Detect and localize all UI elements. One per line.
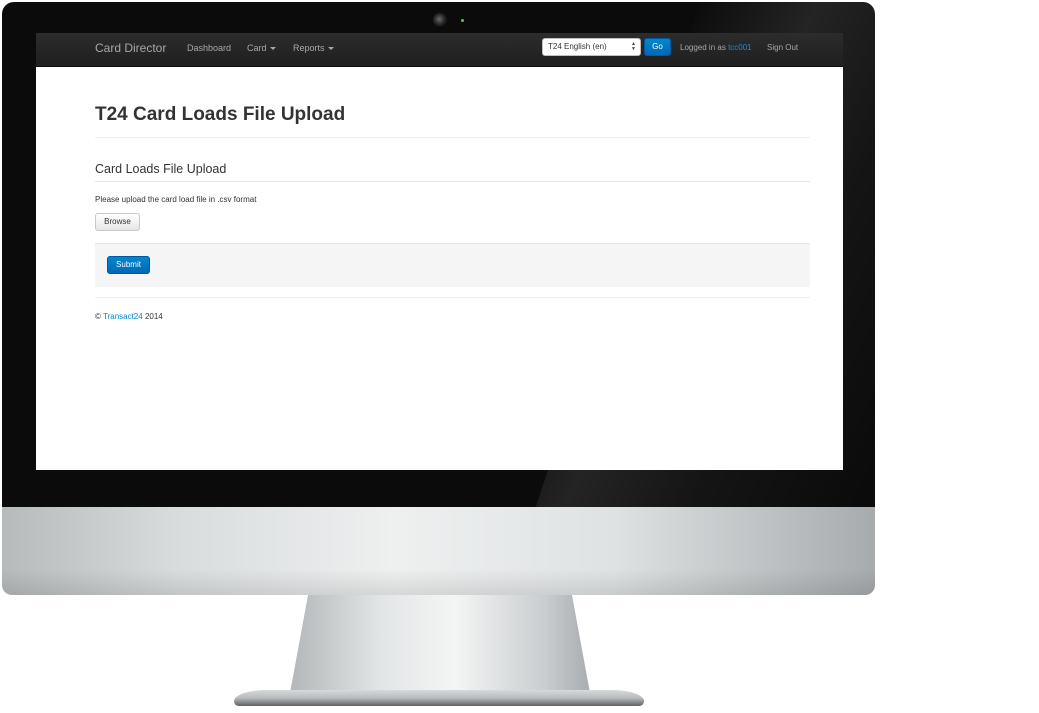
copyright-symbol: © <box>95 312 101 321</box>
footer: © Transact24 2014 <box>95 312 163 321</box>
nav-card-dropdown[interactable]: Card <box>247 43 276 53</box>
company-link[interactable]: Transact24 <box>103 312 143 321</box>
top-navbar: Card Director Dashboard Card Reports T24… <box>36 33 843 67</box>
submit-button[interactable]: Submit <box>107 256 150 274</box>
monitor-chin <box>2 507 875 595</box>
select-arrows-icon: ▲ ▼ <box>631 41 636 52</box>
nav-reports-dropdown[interactable]: Reports <box>293 43 334 53</box>
username-link[interactable]: tcc001 <box>728 43 752 52</box>
logged-in-status: Logged in as tcc001 <box>680 43 752 52</box>
webcam-icon <box>433 13 447 27</box>
nav-card-label: Card <box>247 43 267 53</box>
language-select-value: T24 English (en) <box>548 42 607 51</box>
logged-in-prefix: Logged in as <box>680 43 726 52</box>
nav-dashboard[interactable]: Dashboard <box>187 43 231 53</box>
divider <box>95 297 810 298</box>
divider <box>95 181 810 182</box>
nav-dashboard-label: Dashboard <box>187 43 232 53</box>
monitor-base <box>234 690 644 706</box>
copyright-year: 2014 <box>144 312 163 321</box>
sign-out-link[interactable]: Sign Out <box>767 43 798 52</box>
chevron-down-icon <box>269 47 276 51</box>
go-button[interactable]: Go <box>644 38 671 56</box>
language-select[interactable]: T24 English (en) ▲ ▼ <box>542 38 641 56</box>
page-title: T24 Card Loads File Upload <box>95 104 346 125</box>
screen: Card Director Dashboard Card Reports T24… <box>36 33 843 470</box>
section-title: Card Loads File Upload <box>95 162 227 176</box>
webcam-led <box>461 19 464 22</box>
divider <box>95 137 810 138</box>
form-actions: Submit <box>95 243 810 287</box>
browse-button[interactable]: Browse <box>95 213 140 231</box>
brand-link[interactable]: Card Director <box>95 41 166 55</box>
nav-reports-label: Reports <box>293 43 325 53</box>
monitor-stand <box>290 595 590 693</box>
chevron-down-icon <box>327 47 334 51</box>
upload-help-text: Please upload the card load file in .csv… <box>95 195 257 204</box>
